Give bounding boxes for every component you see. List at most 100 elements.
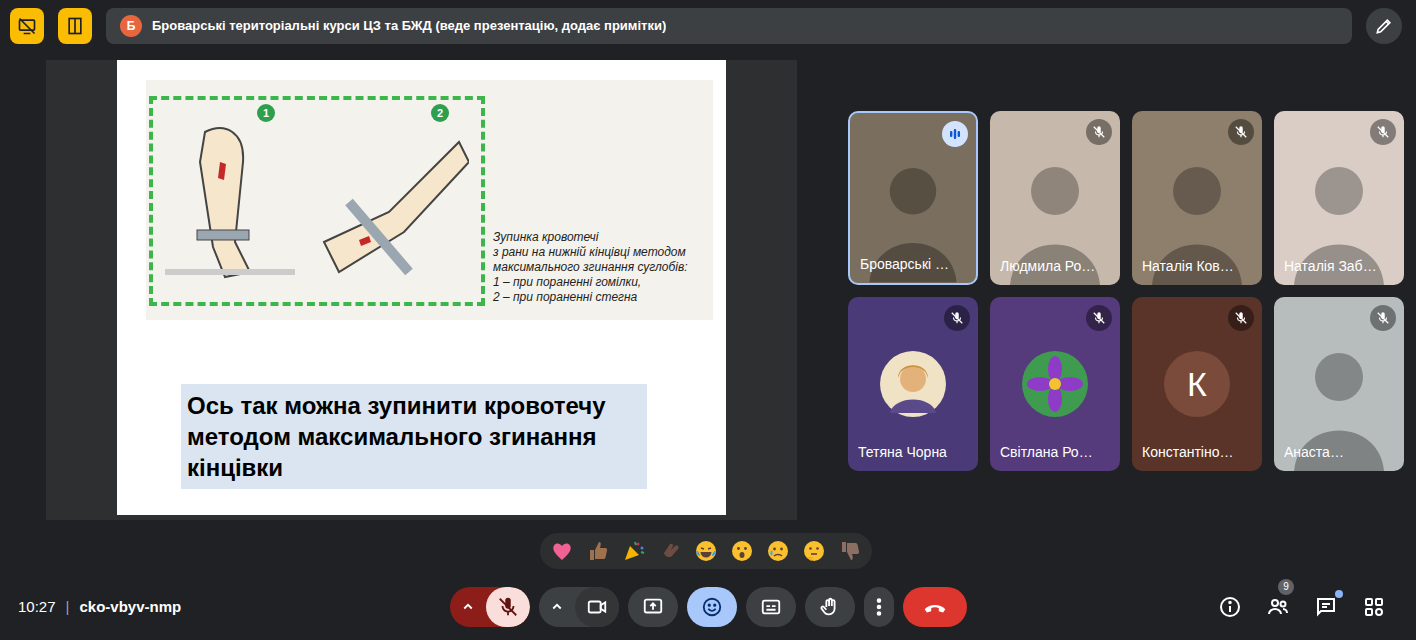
slide-text: Ось так можна зупинити кровотечу методом… — [181, 384, 647, 489]
people-icon — [1266, 595, 1290, 619]
mic-muted-indicator — [944, 305, 970, 331]
letter-avatar: К — [1164, 351, 1230, 417]
mic-off-icon — [1376, 125, 1390, 139]
people-count-badge: 9 — [1278, 579, 1294, 595]
separator: | — [66, 596, 70, 619]
present-button[interactable] — [628, 587, 678, 627]
laughing-face-icon — [694, 539, 718, 563]
leave-call-button[interactable] — [903, 587, 967, 627]
participant-tile[interactable]: К Константіно… — [1132, 297, 1262, 471]
participant-tile[interactable]: Світлана Ро… — [990, 297, 1120, 471]
mic-muted-indicator — [1370, 305, 1396, 331]
participant-name: Людмила Ро… — [1000, 256, 1114, 277]
pencil-icon — [1374, 16, 1394, 36]
presentation-area: 12 Зупинка кровотечіз рани на нижній кінц… — [46, 60, 797, 520]
reaction-button[interactable] — [658, 539, 682, 563]
mic-off-icon — [1092, 125, 1106, 139]
caption-line: максимального згинання суглобів: — [493, 260, 713, 275]
layout-icon — [65, 16, 85, 36]
activities-button[interactable] — [1360, 593, 1388, 621]
presenter-avatar: Б — [120, 15, 142, 37]
party-popper-icon — [622, 539, 646, 563]
reaction-button[interactable] — [694, 539, 718, 563]
call-controls — [450, 587, 967, 627]
clock: 10:27 — [18, 596, 56, 619]
clapping-hands-icon — [658, 539, 682, 563]
unread-dot — [1335, 590, 1343, 598]
reaction-button[interactable] — [838, 539, 862, 563]
caption-line: з рани на нижній кінцівці методом — [493, 245, 713, 260]
camera-group — [539, 587, 619, 627]
participant-tile[interactable]: Тетяна Чорна — [848, 297, 978, 471]
leg-bent-knee-illustration — [165, 122, 295, 292]
presenter-text: Броварські територіальні курси ЦЗ та БЖД… — [152, 16, 666, 36]
hand-icon — [819, 596, 841, 618]
participant-name: Броварські … — [860, 254, 970, 275]
side-controls: 9 — [967, 593, 1399, 621]
figure-number: 1 — [257, 104, 275, 122]
presenter-banner[interactable]: Б Броварські територіальні курси ЦЗ та БЖ… — [106, 8, 1352, 44]
mic-muted-indicator — [1228, 119, 1254, 145]
reactions-button[interactable] — [687, 587, 737, 627]
participant-name: Світлана Ро… — [1000, 442, 1114, 463]
participant-name: Наталія Ков… — [1142, 256, 1256, 277]
reaction-button[interactable] — [766, 539, 790, 563]
speaking-indicator — [942, 121, 968, 147]
participant-name: Тетяна Чорна — [858, 442, 972, 463]
hang-up-icon — [922, 594, 948, 620]
reaction-button[interactable] — [802, 539, 826, 563]
presentation-off-icon — [17, 16, 37, 36]
participant-tile[interactable]: Броварські … — [848, 111, 978, 285]
reaction-button[interactable] — [730, 539, 754, 563]
mic-off-icon — [497, 596, 519, 618]
participant-tile[interactable]: Наталія Заб… — [1274, 111, 1404, 285]
captions-button[interactable] — [746, 587, 796, 627]
participant-tile[interactable]: Анаста… — [1274, 297, 1404, 471]
figure-panel: 1 — [165, 104, 295, 292]
microphone-button[interactable] — [486, 587, 530, 627]
slide-figure: 12 Зупинка кровотечіз рани на нижній кінц… — [146, 80, 713, 320]
thumbs-down-icon — [838, 539, 862, 563]
participant-name: Анаста… — [1284, 442, 1398, 463]
thinking-face-icon — [802, 539, 826, 563]
caption-line: 1 – при пораненні гомілки, — [493, 275, 713, 290]
thumbs-up-icon — [586, 539, 610, 563]
meeting-code: cko-vbyv-nmp — [79, 596, 181, 619]
presentation-off-button[interactable] — [10, 8, 44, 44]
participant-tile[interactable]: Наталія Ков… — [1132, 111, 1262, 285]
photo-avatar — [880, 351, 946, 417]
surprised-face-icon — [730, 539, 754, 563]
figure-frame: 12 — [149, 96, 485, 306]
participant-tile[interactable]: Людмила Ро… — [990, 111, 1120, 285]
reaction-button[interactable] — [622, 539, 646, 563]
audio-options-button[interactable] — [450, 587, 486, 627]
reaction-button[interactable] — [586, 539, 610, 563]
mic-muted-indicator — [1086, 305, 1112, 331]
top-bar: Б Броварські територіальні курси ЦЗ та БЖ… — [0, 0, 1416, 52]
annotate-button[interactable] — [1366, 8, 1402, 44]
participant-name: Наталія Заб… — [1284, 256, 1398, 277]
captions-icon — [760, 596, 782, 618]
meeting-details-button[interactable] — [1216, 593, 1244, 621]
caret-up-icon — [548, 598, 566, 616]
camera-button[interactable] — [575, 587, 619, 627]
caret-up-icon — [459, 598, 477, 616]
microphone-group — [450, 587, 530, 627]
mic-off-icon — [1234, 311, 1248, 325]
slide: 12 Зупинка кровотечіз рани на нижній кінц… — [117, 60, 726, 515]
layout-button[interactable] — [58, 8, 92, 44]
chat-button[interactable] — [1312, 593, 1340, 621]
caption-line: Зупинка кровотечі — [493, 230, 713, 245]
video-options-button[interactable] — [539, 587, 575, 627]
more-vertical-icon — [868, 596, 890, 618]
raise-hand-button[interactable] — [805, 587, 855, 627]
mic-off-icon — [1376, 311, 1390, 325]
mic-off-icon — [1234, 125, 1248, 139]
more-options-button[interactable] — [864, 587, 894, 627]
flower-avatar — [1022, 351, 1088, 417]
participant-name: Константіно… — [1142, 442, 1256, 463]
people-button[interactable]: 9 — [1264, 593, 1292, 621]
reaction-button[interactable] — [550, 539, 574, 563]
participants-grid: Броварські … Людмила Ро… Наталія Ков… Натал… — [848, 111, 1404, 471]
meeting-info: 10:27 | cko-vbyv-nmp — [18, 596, 450, 619]
